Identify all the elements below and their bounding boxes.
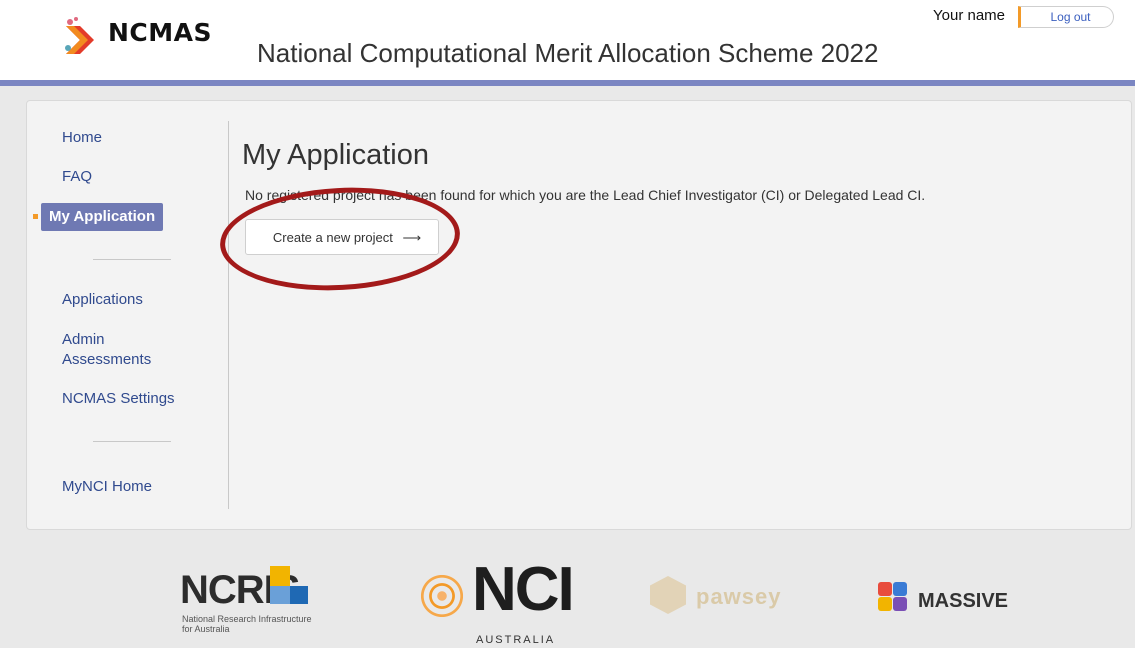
sidebar-item-home[interactable]: Home xyxy=(62,128,102,148)
site-title: National Computational Merit Allocation … xyxy=(257,38,879,68)
main-card: Home FAQ My Application Applications Adm… xyxy=(26,100,1132,530)
sidebar-item-ncmas-settings[interactable]: NCMAS Settings xyxy=(62,389,175,409)
ncmas-logo-icon xyxy=(65,17,94,54)
sidebar-item-label: My Application xyxy=(41,203,164,231)
sidebar-item-my-application[interactable]: My Application xyxy=(33,203,198,231)
pawsey-mark-icon xyxy=(650,576,686,614)
ncris-cube-icon xyxy=(270,566,290,586)
user-name: Your name xyxy=(933,7,1005,24)
pawsey-logo: pawsey xyxy=(648,572,818,622)
site-header: NCMAS National Computational Merit Alloc… xyxy=(0,0,1135,84)
nci-burst-icon xyxy=(410,564,474,628)
sidebar-item-applications[interactable]: Applications xyxy=(62,290,143,310)
ncris-subtitle: National Research Infrastructure for Aus… xyxy=(182,614,312,634)
sidebar-item-admin-assessments[interactable]: Admin Assessments xyxy=(62,330,182,370)
nci-wordmark: NCI xyxy=(472,555,575,624)
header-accent-bar xyxy=(0,80,1135,86)
massive-mark-icon xyxy=(878,582,908,612)
pawsey-wordmark: pawsey xyxy=(696,584,782,609)
sidebar-item-faq[interactable]: FAQ xyxy=(62,167,92,187)
sidebar-item-mynci-home[interactable]: MyNCI Home xyxy=(62,477,152,497)
sidebar-divider xyxy=(228,121,229,509)
sidebar-separator xyxy=(93,259,171,260)
logo-text[interactable]: NCMAS xyxy=(108,18,212,47)
logout-button[interactable]: Log out xyxy=(1018,6,1114,28)
massive-logo: MASSIVE xyxy=(870,572,1040,632)
nci-subtitle: AUSTRALIA xyxy=(476,634,556,646)
ncris-logo: NCRIS National Research Infrastructure f… xyxy=(180,556,330,646)
ncris-cube-icon xyxy=(270,586,290,604)
ncris-cube-icon xyxy=(290,586,308,604)
page-title: My Application xyxy=(242,139,429,171)
partner-logos: NCRIS National Research Infrastructure f… xyxy=(0,552,1135,648)
nci-logo: NCI AUSTRALIA xyxy=(410,555,575,648)
active-bullet-icon xyxy=(33,214,38,219)
massive-wordmark: MASSIVE xyxy=(918,590,1009,612)
sidebar-separator xyxy=(93,441,171,442)
